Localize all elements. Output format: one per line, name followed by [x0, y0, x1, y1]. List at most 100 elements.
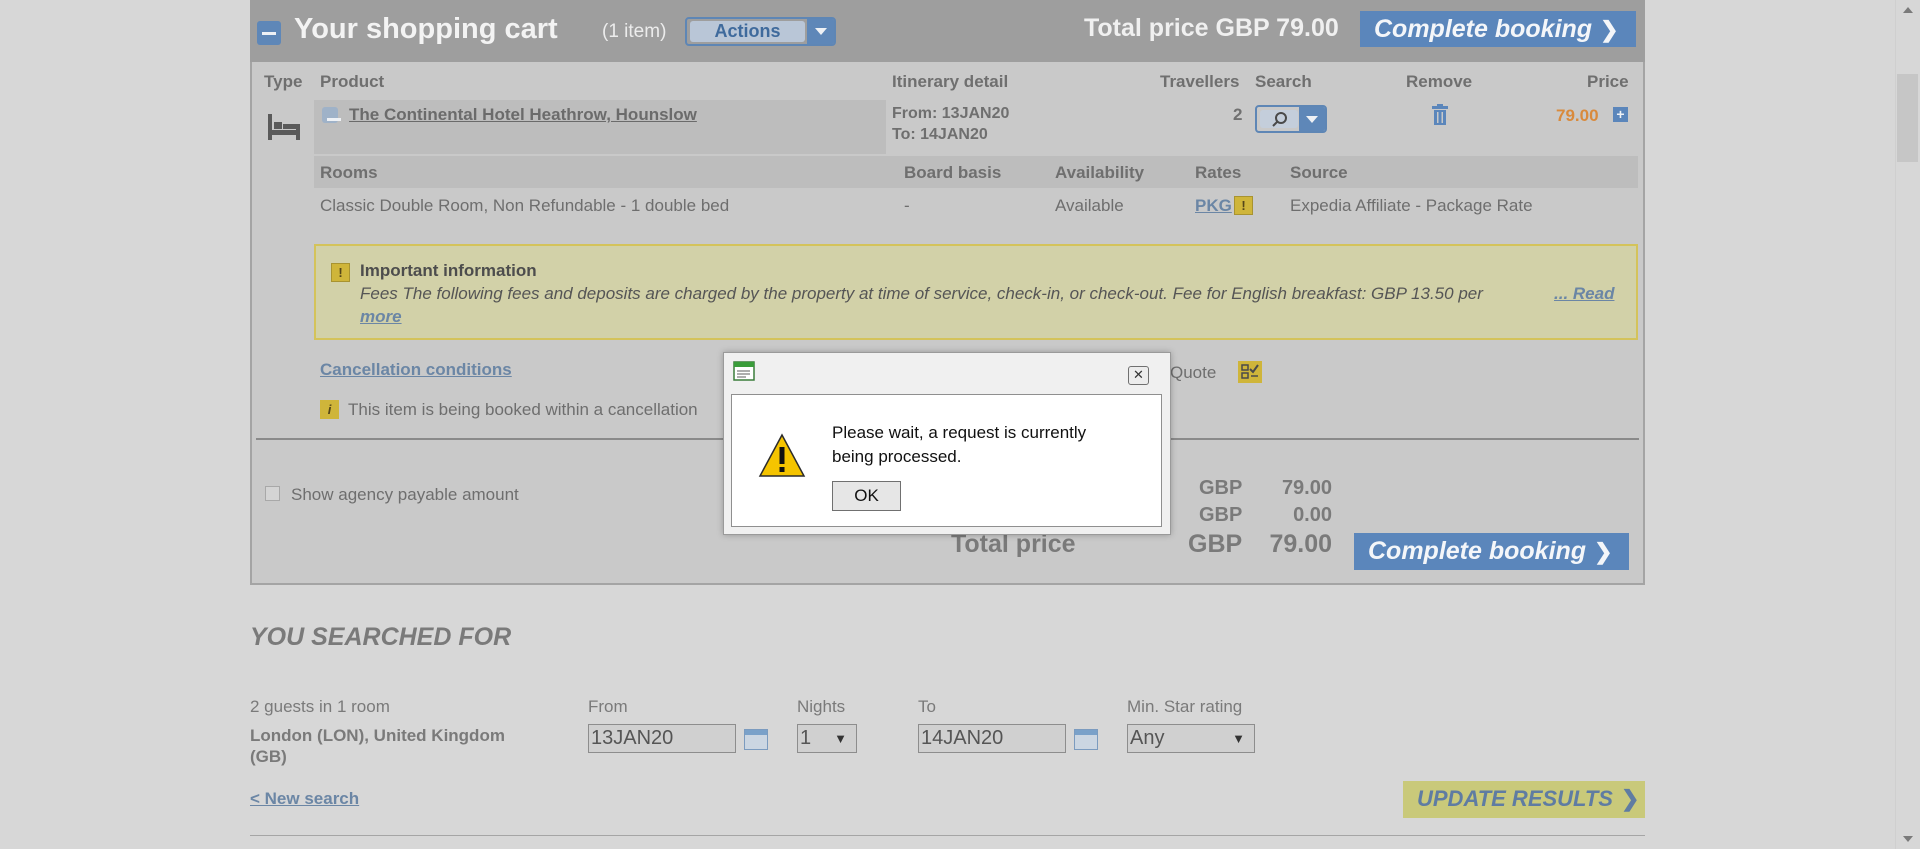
complete-booking-button-top[interactable]: Complete booking ❯	[1360, 11, 1636, 47]
hotel-bed-icon	[266, 110, 302, 142]
summary-row1-currency: GBP	[1199, 477, 1243, 499]
chevron-down-icon	[815, 28, 827, 35]
cart-title: Your shopping cart	[294, 13, 558, 45]
warning-icon: !	[331, 263, 350, 282]
scroll-down-arrow-icon[interactable]	[1903, 836, 1913, 842]
col-product: Product	[320, 72, 385, 91]
dialog-ok-button[interactable]: OK	[832, 481, 901, 511]
total-label: Total price	[1084, 14, 1209, 42]
col-source: Source	[1290, 163, 1348, 182]
complete-booking-label: Complete booking	[1368, 537, 1587, 565]
chevron-right-icon: ❯	[1594, 539, 1613, 564]
hotel-name[interactable]: The Continental Hotel Heathrow, Hounslow	[349, 105, 697, 124]
dialog-message-line2: being processed.	[832, 447, 962, 466]
col-type: Type	[264, 72, 303, 91]
nights-label: Nights	[797, 697, 846, 716]
calendar-icon[interactable]	[744, 729, 768, 750]
cart-total-top: Total price GBP 79.00	[1084, 14, 1339, 43]
col-travellers: Travellers	[1160, 72, 1240, 91]
warning-triangle-icon	[758, 433, 806, 478]
scroll-up-arrow-icon[interactable]	[1903, 7, 1913, 13]
read-more-link[interactable]: ... Read	[1554, 284, 1614, 304]
col-price: Price	[1587, 72, 1629, 91]
chevron-down-icon: ▼	[834, 731, 847, 746]
chevron-down-icon: ▼	[1232, 731, 1245, 746]
search-icon[interactable]	[1260, 110, 1298, 128]
dialog-close-button[interactable]: ✕	[1128, 366, 1149, 385]
complete-booking-button-bottom[interactable]: Complete booking ❯	[1354, 533, 1629, 570]
chevron-right-icon: ❯	[1620, 786, 1640, 811]
trash-icon[interactable]	[1431, 104, 1449, 126]
search-dropdown-toggle[interactable]	[1299, 107, 1325, 131]
bottom-divider	[250, 835, 1645, 836]
chevron-right-icon: ❯	[1600, 17, 1619, 42]
itinerary-to: To: 14JAN20	[892, 126, 988, 143]
calendar-icon[interactable]	[1074, 729, 1098, 750]
rate-warning-icon[interactable]: !	[1234, 196, 1253, 215]
star-rating-select[interactable]: Any ▼	[1127, 724, 1255, 753]
from-label: From	[588, 697, 628, 716]
important-title: Important information	[360, 261, 537, 280]
scrollbar-thumb[interactable]	[1897, 74, 1918, 162]
star-rating-value: Any	[1130, 727, 1165, 749]
col-rooms: Rooms	[320, 163, 378, 182]
summary-total-currency: GBP	[1188, 530, 1243, 558]
info-icon: i	[320, 400, 339, 419]
summary-row2-currency: GBP	[1199, 504, 1243, 526]
cancellation-label[interactable]: Cancellation conditions	[320, 360, 512, 379]
rate-link[interactable]: PKG	[1195, 196, 1232, 216]
cancellation-conditions-link[interactable]: Cancellation conditions	[320, 360, 512, 380]
from-date-input[interactable]: 13JAN20	[588, 724, 736, 753]
nights-select[interactable]: 1 ▼	[797, 724, 857, 753]
read-more-label[interactable]: ... Read	[1554, 284, 1614, 303]
read-more-label-2[interactable]: more	[360, 307, 402, 326]
summary-total-value: 79.00	[1269, 530, 1332, 558]
hotel-link[interactable]: The Continental Hotel Heathrow, Hounslow	[349, 105, 697, 125]
summary-row1-value: 79.00	[1281, 477, 1332, 499]
summary-row2-value: 0.00	[1293, 504, 1332, 526]
expand-price-button[interactable]: +	[1613, 107, 1628, 122]
actions-dropdown[interactable]: Actions	[685, 17, 836, 46]
room-name: Classic Double Room, Non Refundable - 1 …	[320, 196, 730, 215]
search-dropdown[interactable]	[1255, 105, 1327, 133]
to-date-input[interactable]: 14JAN20	[918, 724, 1066, 753]
col-board-basis: Board basis	[904, 163, 1002, 182]
col-availability: Availability	[1055, 163, 1145, 182]
chevron-down-icon	[1306, 116, 1318, 123]
board-basis-value: -	[904, 196, 910, 215]
complete-booking-label: Complete booking	[1374, 15, 1593, 43]
guests-summary: 2 guests in 1 room	[250, 697, 390, 716]
dialog-app-icon	[733, 360, 755, 382]
itinerary-from: From: 13JAN20	[892, 105, 1010, 122]
new-search-link[interactable]: < New search	[250, 789, 359, 809]
update-results-label: UPDATE RESULTS	[1417, 786, 1613, 811]
show-agency-label: Show agency payable amount	[291, 485, 519, 504]
availability-value: Available	[1055, 196, 1124, 215]
location-summary: London (LON), United Kingdom (GB)	[250, 726, 505, 766]
col-search: Search	[1255, 72, 1312, 91]
star-rating-label: Min. Star rating	[1127, 697, 1243, 716]
source-value: Expedia Affiliate - Package Rate	[1290, 196, 1533, 215]
collapse-item-button[interactable]	[322, 107, 341, 123]
col-remove: Remove	[1406, 72, 1473, 91]
col-itinerary: Itinerary detail	[892, 72, 1009, 91]
travellers-count: 2	[1233, 105, 1243, 124]
rate-label[interactable]: PKG	[1195, 196, 1232, 215]
col-rates: Rates	[1195, 163, 1242, 182]
update-results-button[interactable]: UPDATE RESULTS ❯	[1403, 781, 1645, 818]
search-section-title: YOU SEARCHED FOR	[250, 623, 512, 651]
total-value: GBP 79.00	[1215, 14, 1339, 42]
important-text: Fees The following fees and deposits are…	[360, 284, 1483, 303]
cancellation-note: This item is being booked within a cance…	[348, 400, 698, 419]
collapse-cart-button[interactable]	[257, 21, 281, 45]
actions-label: Actions	[690, 21, 805, 42]
new-search-label[interactable]: < New search	[250, 789, 359, 808]
read-more-link-2[interactable]: more	[360, 307, 402, 327]
to-label: To	[918, 697, 936, 716]
quote-checklist-icon[interactable]	[1238, 361, 1262, 383]
cart-item-count: (1 item)	[602, 21, 667, 42]
quote-label: Quote	[1170, 363, 1217, 382]
actions-dropdown-toggle[interactable]	[807, 19, 834, 44]
nights-value: 1	[800, 727, 812, 749]
show-agency-checkbox[interactable]	[265, 486, 280, 501]
